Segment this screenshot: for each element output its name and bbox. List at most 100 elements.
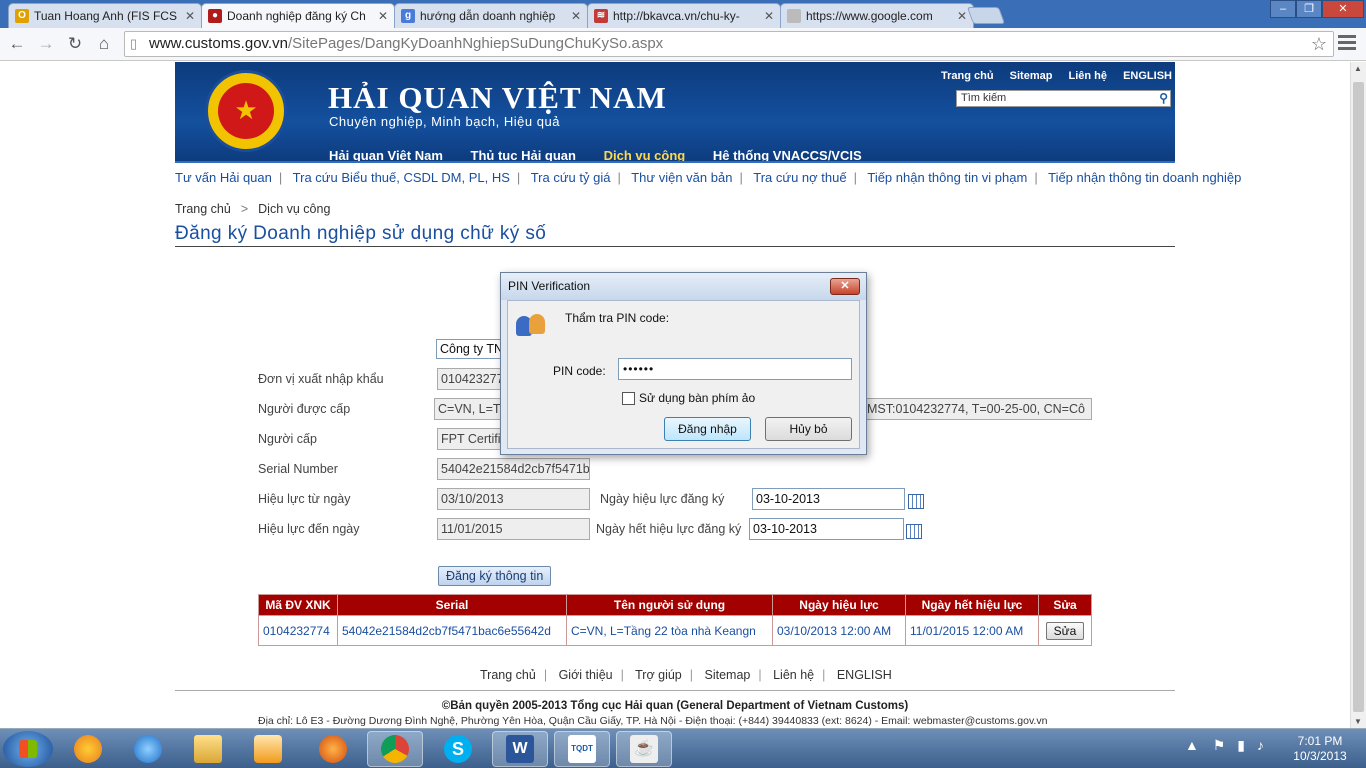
reg-to-input[interactable]: 03-10-2013 <box>749 518 904 540</box>
taskbar-java[interactable]: ☕ <box>616 731 672 767</box>
footer-link[interactable]: Giới thiệu <box>559 668 613 682</box>
taskbar-firefox[interactable] <box>305 731 361 767</box>
sub-nav-item[interactable]: Tư vấn Hải quan <box>175 170 272 185</box>
scrollbar-thumb[interactable] <box>1353 82 1364 712</box>
copyright: ©Bản quyền 2005-2013 Tổng cục Hải quan (… <box>441 700 909 712</box>
folder-icon <box>194 735 222 763</box>
system-tray: ▲ ⚑ ▮ ♪ <box>1185 737 1264 754</box>
footer-link[interactable]: Sitemap <box>705 668 751 682</box>
registration-table: Mã ĐV XNK Serial Tên người sử dụng Ngày … <box>258 594 1092 646</box>
dialog-body: Thẩm tra PIN code: PIN code: •••••• Sử d… <box>507 300 860 449</box>
java-icon: ☕ <box>630 735 658 763</box>
main-nav-vnaccs[interactable]: Hệ thống VNACCS/VCIS <box>713 148 862 162</box>
register-button[interactable]: Đăng ký thông tin <box>438 566 552 586</box>
calendar-icon[interactable] <box>906 524 922 539</box>
top-nav-contact[interactable]: Liên hệ <box>1069 70 1108 82</box>
taskbar-chrome-canary[interactable] <box>60 731 116 767</box>
taskbar-explorer[interactable] <box>180 731 236 767</box>
tab-5[interactable]: https://www.google.com ✕ <box>780 3 974 28</box>
breadcrumb-home[interactable]: Trang chủ <box>175 202 231 216</box>
close-tab-icon[interactable]: ✕ <box>571 9 581 23</box>
column-header: Tên người sử dụng <box>566 594 773 616</box>
scroll-down-icon[interactable]: ▼ <box>1354 717 1362 726</box>
breadcrumb-current[interactable]: Dịch vụ công <box>258 202 330 216</box>
close-tab-icon[interactable]: ✕ <box>378 9 388 23</box>
windows-logo-icon <box>19 740 37 758</box>
top-nav-sitemap[interactable]: Sitemap <box>1010 70 1053 82</box>
start-button[interactable] <box>3 731 53 767</box>
taskbar-skype[interactable]: S <box>430 731 486 767</box>
close-tab-icon[interactable]: ✕ <box>764 9 774 23</box>
taskbar-media[interactable] <box>240 731 296 767</box>
company-select[interactable]: Công ty TN <box>436 339 506 359</box>
pin-verification-dialog: PIN Verification ✕ Thẩm tra PIN code: PI… <box>500 272 867 455</box>
sub-nav-item[interactable]: Tiếp nhận thông tin doanh nghiệp <box>1048 170 1241 185</box>
customs-emblem-icon: ★ <box>205 70 287 152</box>
customs-favicon-icon: ● <box>208 9 222 23</box>
tab-2[interactable]: ● Doanh nghiệp đăng ký Ch ✕ <box>201 3 395 28</box>
top-nav-home[interactable]: Trang chủ <box>941 70 994 82</box>
action-center-icon[interactable]: ⚑ <box>1213 737 1226 753</box>
footer-link[interactable]: Trợ giúp <box>635 668 682 682</box>
main-nav: Hải quan Việt Nam Thủ tục Hải quan Dịch … <box>329 148 886 162</box>
footer-divider <box>175 690 1175 691</box>
edit-button[interactable]: Sửa <box>1045 621 1085 640</box>
scroll-up-icon[interactable]: ▲ <box>1354 64 1362 73</box>
taskbar-ie[interactable] <box>120 731 176 767</box>
back-icon[interactable]: ← <box>6 33 28 55</box>
home-icon[interactable]: ⌂ <box>93 33 115 55</box>
sub-nav-item[interactable]: Thư viện văn bản <box>631 170 732 185</box>
minimize-button[interactable]: – <box>1270 0 1296 18</box>
sub-nav-item[interactable]: Tra cứu Biểu thuế, CSDL DM, PL, HS <box>293 170 510 185</box>
sub-nav-item[interactable]: Tiếp nhận thông tin vi phạm <box>867 170 1027 185</box>
taskbar-chrome[interactable] <box>367 731 423 767</box>
chrome-menu-icon[interactable] <box>1338 35 1356 51</box>
reload-icon[interactable]: ↻ <box>64 33 86 55</box>
users-icon <box>516 312 550 338</box>
footer-link[interactable]: Trang chủ <box>480 668 536 682</box>
tab-4[interactable]: ≋ http://bkavca.vn/chu-ky- ✕ <box>587 3 781 28</box>
pin-input[interactable]: •••••• <box>618 358 852 380</box>
maximize-button[interactable]: ❐ <box>1296 0 1322 18</box>
taskbar-fpt-tqdt[interactable]: TQDT <box>554 731 610 767</box>
site-search-input[interactable]: Tìm kiếm ⚲ <box>956 90 1171 107</box>
virtual-keyboard-checkbox[interactable] <box>622 392 635 405</box>
forward-icon[interactable]: → <box>35 33 57 55</box>
dialog-heading: Thẩm tra PIN code: <box>565 311 670 325</box>
firefox-icon <box>319 735 347 763</box>
clock[interactable]: 7:01 PM 10/3/2013 <box>1285 734 1355 764</box>
search-icon[interactable]: ⚲ <box>1159 91 1168 106</box>
new-tab-button[interactable] <box>966 7 1006 24</box>
calendar-icon[interactable] <box>908 494 924 509</box>
main-nav-public-services[interactable]: Dịch vụ công <box>604 148 686 162</box>
bookmark-star-icon[interactable]: ☆ <box>1311 32 1327 56</box>
dialog-close-button[interactable]: ✕ <box>830 278 860 295</box>
reg-from-input[interactable]: 03-10-2013 <box>752 488 905 510</box>
table-header-row: Mã ĐV XNK Serial Tên người sử dụng Ngày … <box>258 594 1092 616</box>
top-nav-english[interactable]: ENGLISH <box>1123 70 1172 82</box>
footer-link[interactable]: Liên hệ <box>773 668 814 682</box>
tab-1[interactable]: O Tuan Hoang Anh (FIS FCS ✕ <box>8 3 202 28</box>
vertical-scrollbar[interactable]: ▲ ▼ <box>1350 62 1366 728</box>
sub-nav-item[interactable]: Tra cứu tỷ giá <box>531 170 611 185</box>
taskbar-word[interactable]: W <box>492 731 548 767</box>
footer-link[interactable]: ENGLISH <box>837 668 892 682</box>
clock-time: 7:01 PM <box>1297 734 1343 748</box>
login-button[interactable]: Đăng nhập <box>664 417 751 441</box>
main-nav-customs[interactable]: Hải quan Việt Nam <box>329 148 443 162</box>
network-icon[interactable]: ▮ <box>1237 737 1245 753</box>
cancel-button[interactable]: Hủy bỏ <box>765 417 852 441</box>
bkav-icon: ≋ <box>594 9 608 23</box>
volume-icon[interactable]: ♪ <box>1257 737 1264 753</box>
address-bar[interactable]: ▯ www.customs.gov.vn/SitePages/DangKyDoan… <box>124 31 1334 57</box>
tab-3[interactable]: g hướng dẫn doanh nghiệp ✕ <box>394 3 588 28</box>
show-hidden-icons[interactable]: ▲ <box>1185 737 1199 753</box>
close-tab-icon[interactable]: ✕ <box>185 9 195 23</box>
main-nav-procedures[interactable]: Thủ tục Hải quan <box>471 148 576 162</box>
table-cell: 0104232774 <box>258 615 338 646</box>
close-tab-icon[interactable]: ✕ <box>957 9 967 23</box>
close-window-button[interactable]: ✕ <box>1322 0 1364 18</box>
word-icon: W <box>506 735 534 763</box>
footer-address: Địa chỉ: Lô E3 - Đường Dương Đình Nghệ, … <box>258 715 1048 727</box>
sub-nav-item[interactable]: Tra cứu nợ thuế <box>753 170 846 185</box>
